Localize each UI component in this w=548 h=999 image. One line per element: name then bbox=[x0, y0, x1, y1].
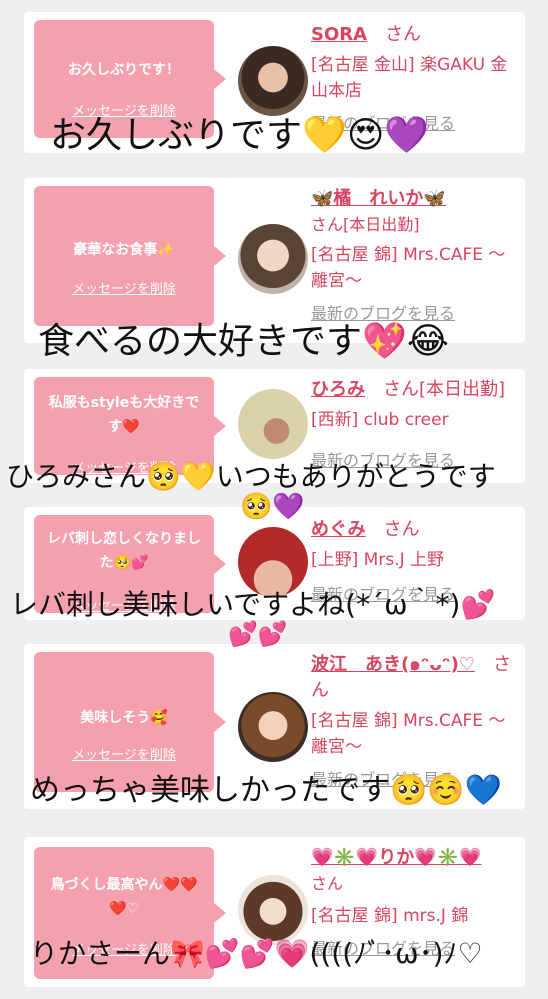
overlay-caption: ひろみさん🥺💛いつもありがとうです bbox=[6, 460, 496, 493]
shop-name: [名古屋 錦] mrs.J 錦 bbox=[311, 906, 469, 926]
message-text: お久しぶりです！ bbox=[68, 62, 180, 78]
overlay-caption: 食べるの大好きです💖😂 bbox=[38, 321, 449, 362]
shop-name: [名古屋 金山] 楽GAKU 金山本店 bbox=[311, 55, 508, 101]
overlay-caption: 💕💕 bbox=[228, 620, 288, 648]
message-text: 美味しそう🥰 bbox=[80, 710, 168, 726]
overlay-caption: めっちゃ美味しかったです🥺☺️💙 bbox=[30, 773, 503, 808]
message-text: 私服もstyleも大好きです❤️ bbox=[48, 395, 200, 435]
shop-name: [名古屋 錦] Mrs.CAFE 〜離宮〜 bbox=[311, 711, 506, 757]
honorific: さん bbox=[383, 519, 420, 540]
message-text: レバ刺し恋しくなりました🥺💕 bbox=[47, 531, 201, 571]
shop-name: [上野] Mrs.J 上野 bbox=[311, 550, 445, 570]
cast-name-link[interactable]: SORA bbox=[311, 24, 367, 45]
overlay-caption: 🥺💜 bbox=[240, 492, 305, 522]
overlay-caption: りかさーん🎀💕💕💗((((ﾉﾞ･ω･)ﾉ♡ bbox=[30, 937, 483, 970]
cast-name-link[interactable]: めぐみ bbox=[311, 519, 366, 540]
cast-name-link[interactable]: 🦋橘 れいか🦋 bbox=[311, 188, 446, 209]
overlay-caption: お久しぶりです💛😍💜 bbox=[50, 115, 430, 156]
avatar[interactable] bbox=[238, 389, 308, 459]
avatar[interactable] bbox=[238, 224, 308, 294]
cast-name-link[interactable]: ひろみ bbox=[311, 379, 365, 400]
message-text: 豪華なお食事✨ bbox=[73, 242, 175, 258]
message-bubble: 豪華なお食事✨ メッセージを削除 bbox=[34, 186, 226, 326]
honorific: さん[本日出勤] bbox=[383, 379, 506, 400]
honorific: さん bbox=[311, 874, 344, 893]
cast-name-link[interactable]: 波江 あき(๑ᵔᴗᵔ)♡ bbox=[311, 654, 475, 675]
cast-name-link[interactable]: 💗✳️💗りか💗✳️💗 bbox=[311, 847, 481, 868]
overlay-caption: レバ刺し美味しいですよね(*´ω｀*)💕 bbox=[10, 588, 496, 621]
cast-info: 🦋橘 れいか🦋 さん[本日出勤] [名古屋 錦] Mrs.CAFE 〜離宮〜 最… bbox=[311, 186, 516, 324]
avatar[interactable] bbox=[238, 692, 308, 762]
shop-name: [西新] club creer bbox=[311, 410, 449, 430]
honorific: さん[本日出勤] bbox=[311, 215, 420, 234]
delete-message-link[interactable]: メッセージを削除 bbox=[34, 278, 214, 297]
honorific: さん bbox=[385, 24, 422, 45]
shop-name: [名古屋 錦] Mrs.CAFE 〜離宮〜 bbox=[311, 245, 506, 291]
delete-message-link[interactable]: メッセージを削除 bbox=[34, 744, 214, 763]
message-text: 鳥づくし最高やん❤️❤️❤️♡ bbox=[50, 877, 198, 917]
